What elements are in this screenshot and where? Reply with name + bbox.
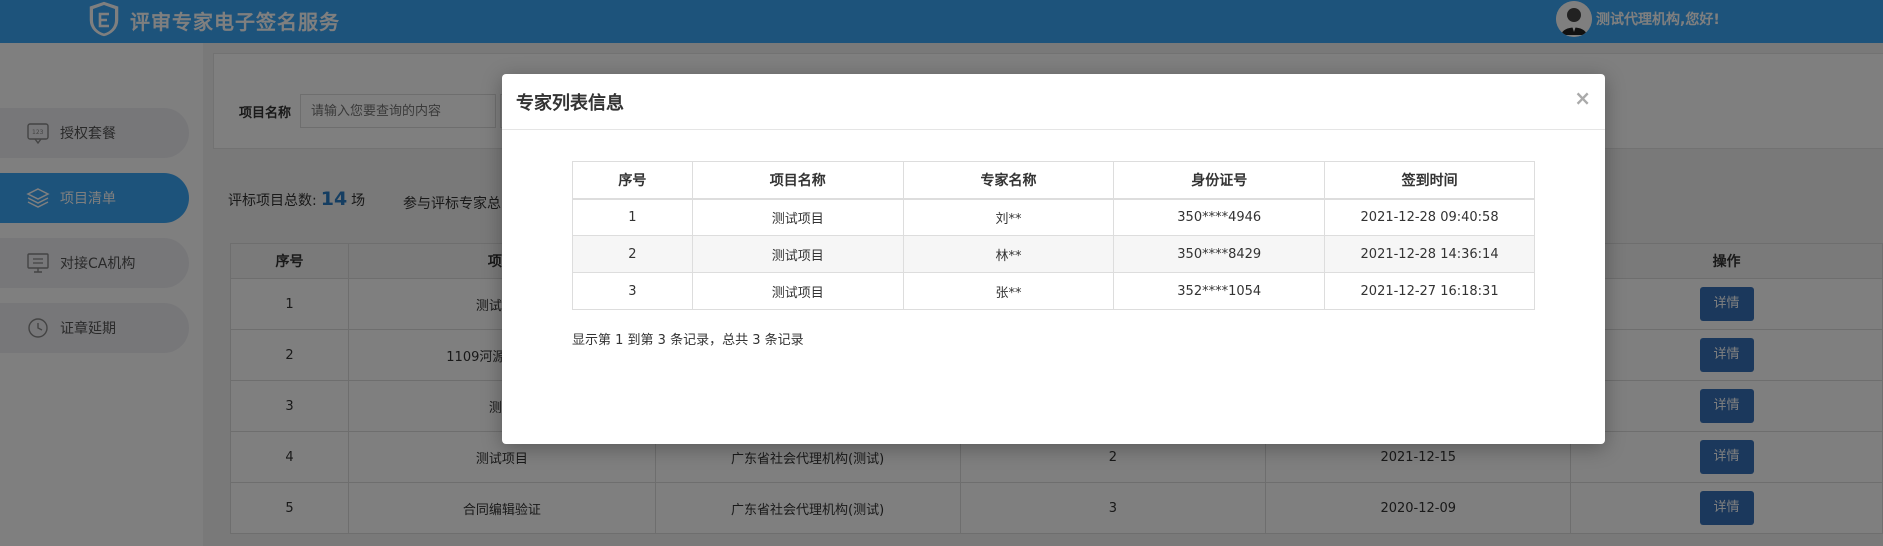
- col-header: 专家名称: [902, 161, 1115, 200]
- cell-no: 1: [572, 198, 693, 236]
- close-icon[interactable]: ×: [1574, 86, 1591, 110]
- modal-title: 专家列表信息: [516, 93, 624, 114]
- cell-project: 测试项目: [691, 198, 904, 236]
- col-header: 签到时间: [1324, 161, 1535, 200]
- table-row: 1 测试项目 刘** 350****4946 2021-12-28 09:40:…: [572, 198, 1535, 236]
- cell-id: 350****8429: [1113, 235, 1326, 273]
- col-header: 项目名称: [691, 161, 904, 200]
- col-header: 身份证号: [1113, 161, 1326, 200]
- table-row: 3 测试项目 张** 352****1054 2021-12-27 16:18:…: [572, 272, 1535, 310]
- cell-time: 2021-12-28 09:40:58: [1324, 198, 1535, 236]
- expert-table: 序号 项目名称 专家名称 身份证号 签到时间 1 测试项目 刘** 350***…: [572, 161, 1535, 310]
- pagination-info: 显示第 1 到第 3 条记录，总共 3 条记录: [572, 333, 804, 348]
- cell-project: 测试项目: [691, 235, 904, 273]
- cell-no: 2: [572, 235, 693, 273]
- cell-project: 测试项目: [691, 272, 904, 310]
- cell-expert: 张**: [902, 272, 1115, 310]
- cell-expert: 刘**: [902, 198, 1115, 236]
- expert-list-modal: 专家列表信息 × 序号 项目名称 专家名称 身份证号 签到时间 1 测试项目 刘…: [502, 74, 1605, 444]
- cell-no: 3: [572, 272, 693, 310]
- cell-time: 2021-12-27 16:18:31: [1324, 272, 1535, 310]
- col-header: 序号: [572, 161, 693, 200]
- cell-expert: 林**: [902, 235, 1115, 273]
- cell-id: 350****4946: [1113, 198, 1326, 236]
- cell-id: 352****1054: [1113, 272, 1326, 310]
- modal-header: 专家列表信息 ×: [502, 74, 1605, 130]
- table-row: 2 测试项目 林** 350****8429 2021-12-28 14:36:…: [572, 235, 1535, 273]
- cell-time: 2021-12-28 14:36:14: [1324, 235, 1535, 273]
